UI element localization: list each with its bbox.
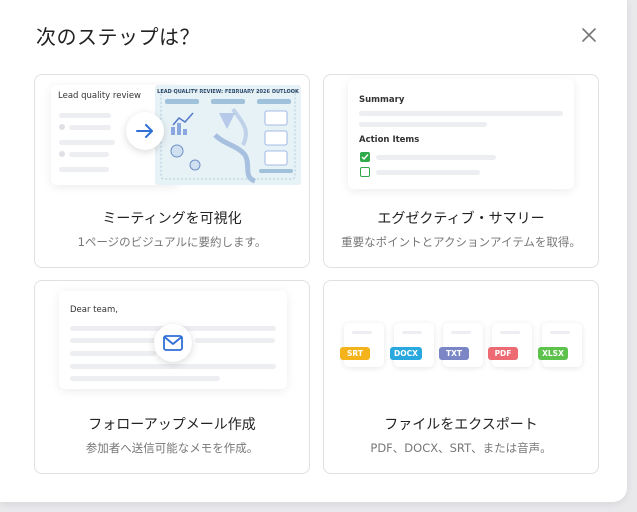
executive-summary-card[interactable]: Summary Action Items エグゼクティブ・サマリー 重要なポイン… xyxy=(323,74,599,268)
infographic-thumbnail: LEAD QUALITY REVIEW: FEBRUARY 2026 OUTLO… xyxy=(155,85,301,185)
arrow-badge xyxy=(126,112,164,150)
unchecked-checkbox-icon xyxy=(360,167,370,177)
format-tag: PDF xyxy=(488,347,518,360)
card-title: ファイルをエクスポート xyxy=(384,417,538,433)
follow-up-email-card[interactable]: Dear team, フォローアップメール作成 参加者へ送信可能なメモを作成。 xyxy=(34,280,310,474)
format-tag: DOCX xyxy=(390,347,422,360)
close-button[interactable] xyxy=(578,24,600,46)
card-description: PDF、DOCX、SRT、または音声。 xyxy=(370,441,552,455)
card-title: エグゼクティブ・サマリー xyxy=(377,211,545,227)
format-tag: SRT xyxy=(340,347,370,360)
summary-preview: Summary Action Items xyxy=(324,75,598,197)
visualize-meeting-card[interactable]: Lead quality review LEAD QUALITY REVIEW:… xyxy=(34,74,310,268)
next-steps-dialog: 次のステップは？ Lead quality review LEAD QUALIT… xyxy=(0,0,627,502)
export-files-card[interactable]: SRT DOCX TXT PDF XLSX ファイルをエクスポート PDF、DO… xyxy=(323,280,599,474)
mail-badge xyxy=(154,324,192,362)
mail-icon xyxy=(163,335,183,351)
doc-label: Lead quality review xyxy=(58,91,142,101)
export-preview: SRT DOCX TXT PDF XLSX xyxy=(324,281,598,403)
checked-checkbox-icon xyxy=(360,152,370,162)
action-items-label: Action Items xyxy=(359,135,420,145)
arrow-right-icon xyxy=(136,124,153,138)
file-icon-pdf: PDF xyxy=(488,323,532,367)
dialog-title: 次のステップは？ xyxy=(36,25,200,49)
card-description: 1ページのビジュアルに要約します。 xyxy=(77,235,267,249)
file-icon-xlsx: XLSX xyxy=(538,323,582,367)
close-icon xyxy=(582,28,596,42)
file-icon-docx: DOCX xyxy=(390,323,434,367)
format-tag: XLSX xyxy=(538,347,568,360)
email-greeting: Dear team, xyxy=(70,305,118,315)
file-icon-srt: SRT xyxy=(340,323,384,367)
email-preview: Dear team, xyxy=(35,281,309,403)
visualize-preview: Lead quality review LEAD QUALITY REVIEW:… xyxy=(35,75,309,197)
format-tag: TXT xyxy=(439,347,469,360)
file-icon-txt: TXT xyxy=(439,323,483,367)
card-description: 重要なポイントとアクションアイテムを取得。 xyxy=(341,235,581,249)
card-description: 参加者へ送信可能なメモを作成。 xyxy=(85,441,259,455)
card-title: フォローアップメール作成 xyxy=(88,417,256,433)
card-title: ミーティングを可視化 xyxy=(102,211,242,227)
summary-thumbnail: Summary Action Items xyxy=(348,79,574,189)
summary-label: Summary xyxy=(359,95,405,105)
